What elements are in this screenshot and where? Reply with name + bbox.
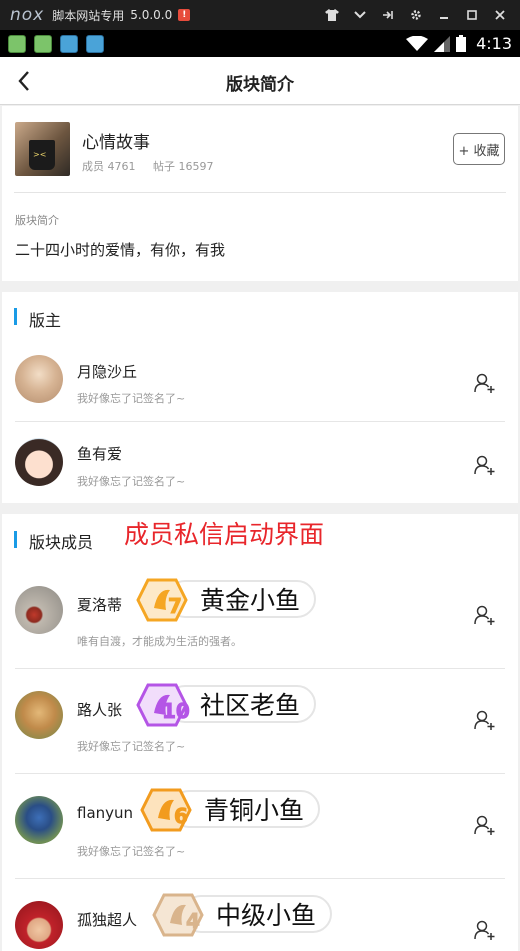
user-name: flanyun — [77, 804, 134, 822]
clock: 4:13 — [476, 34, 512, 53]
avatar[interactable] — [15, 355, 63, 403]
emulator-controls — [318, 0, 514, 30]
user-name: 夏洛蒂 — [77, 596, 123, 614]
add-friend-icon[interactable] — [474, 814, 496, 836]
user-name: 路人张 — [77, 701, 123, 719]
app-notification-icon — [60, 34, 78, 53]
badge-title: 青铜小鱼 — [170, 790, 321, 828]
intro-text: 二十四小时的爱情，有你，有我 — [15, 241, 226, 259]
add-friend-icon[interactable] — [474, 372, 496, 394]
app-notification-icon — [86, 34, 104, 53]
forum-name: 心情故事 — [82, 133, 150, 153]
avatar[interactable] — [15, 586, 63, 634]
forum-stats: 成员 4761 帖子 16597 — [82, 158, 228, 174]
add-friend-icon[interactable] — [474, 454, 496, 476]
list-item[interactable]: 月隐沙丘 我好像忘了记签名了~ — [2, 344, 518, 422]
list-item[interactable]: 孤独超人 4 中级小鱼 — [2, 879, 518, 951]
add-friend-icon[interactable] — [474, 919, 496, 941]
annotation-label: 成员私信启动界面 — [124, 520, 325, 549]
emulator-version: 5.0.0.0 — [130, 8, 173, 22]
user-name: 鱼有爱 — [77, 445, 123, 463]
user-signature: 我好像忘了记签名了~ — [77, 475, 186, 488]
page-title: 版块简介 — [226, 75, 294, 95]
forum-info-card: >< 心情故事 成员 4761 帖子 16597 + 收藏 版块简介 二十四小时… — [2, 106, 518, 281]
signal-icon — [434, 35, 451, 52]
divider — [14, 192, 506, 193]
section-title: 版主 — [29, 311, 62, 330]
section-header: 版主 — [2, 292, 518, 344]
intro-label: 版块简介 — [15, 214, 59, 227]
app-notification-icon — [8, 34, 26, 53]
shirt-icon[interactable] — [318, 0, 346, 30]
badge-title: 中级小鱼 — [182, 895, 333, 933]
wifi-icon — [406, 35, 429, 51]
close-icon[interactable] — [486, 0, 514, 30]
add-friend-icon[interactable] — [474, 604, 496, 626]
favorite-button[interactable]: + 收藏 — [453, 133, 505, 165]
pin-icon[interactable] — [374, 0, 402, 30]
avatar[interactable] — [15, 796, 63, 844]
chevron-down-icon[interactable] — [346, 0, 374, 30]
badge-level: 10 — [162, 699, 191, 724]
badge-title: 黄金小鱼 — [166, 580, 317, 618]
app-header: 版块简介 — [0, 57, 520, 105]
post-count: 帖子 16597 — [153, 160, 214, 173]
user-signature: 我好像忘了记签名了~ — [77, 740, 186, 753]
user-signature: 我好像忘了记签名了~ — [77, 392, 186, 405]
member-count: 成员 4761 — [82, 160, 136, 173]
emulator-title: 脚本网站专用 — [52, 8, 125, 23]
section-accent-bar — [14, 531, 17, 548]
android-status-bar: 4:13 — [0, 30, 520, 57]
user-name: 孤独超人 — [77, 911, 138, 929]
minimize-icon[interactable] — [430, 0, 458, 30]
nox-logo: nox — [10, 5, 45, 25]
members-section: 版块成员 夏洛蒂 7 黄金小鱼 唯有自渡，才能成为生活的强者。 路人张 10 社… — [2, 514, 518, 951]
list-item[interactable]: 夏洛蒂 7 黄金小鱼 唯有自渡，才能成为生活的强者。 — [2, 564, 518, 669]
user-name: 月隐沙丘 — [77, 363, 138, 381]
maximize-icon[interactable] — [458, 0, 486, 30]
avatar[interactable] — [15, 901, 63, 949]
moderators-section: 版主 月隐沙丘 我好像忘了记签名了~ 鱼有爱 我好像忘了记签名了~ — [2, 292, 518, 503]
emulator-title-bar: nox 脚本网站专用 5.0.0.0 ! — [0, 0, 520, 30]
badge-level: 6 — [174, 804, 189, 829]
avatar[interactable] — [15, 691, 63, 739]
gear-icon[interactable] — [402, 0, 430, 30]
list-item[interactable]: 鱼有爱 我好像忘了记签名了~ — [2, 422, 518, 503]
list-item[interactable]: 路人张 10 社区老鱼 我好像忘了记签名了~ — [2, 669, 518, 774]
add-friend-icon[interactable] — [474, 709, 496, 731]
list-item[interactable]: flanyun 6 青铜小鱼 我好像忘了记签名了~ — [2, 774, 518, 879]
section-title: 版块成员 — [29, 533, 94, 552]
app-notification-icon — [34, 34, 52, 53]
section-accent-bar — [14, 308, 17, 325]
avatar[interactable] — [15, 438, 63, 486]
user-signature: 唯有自渡，才能成为生活的强者。 — [77, 635, 242, 648]
battery-icon — [456, 35, 467, 52]
alert-icon[interactable]: ! — [178, 9, 191, 21]
forum-thumbnail: >< — [15, 122, 70, 176]
badge-level: 7 — [168, 594, 183, 619]
user-signature: 我好像忘了记签名了~ — [77, 845, 186, 858]
badge-level: 4 — [186, 909, 201, 934]
